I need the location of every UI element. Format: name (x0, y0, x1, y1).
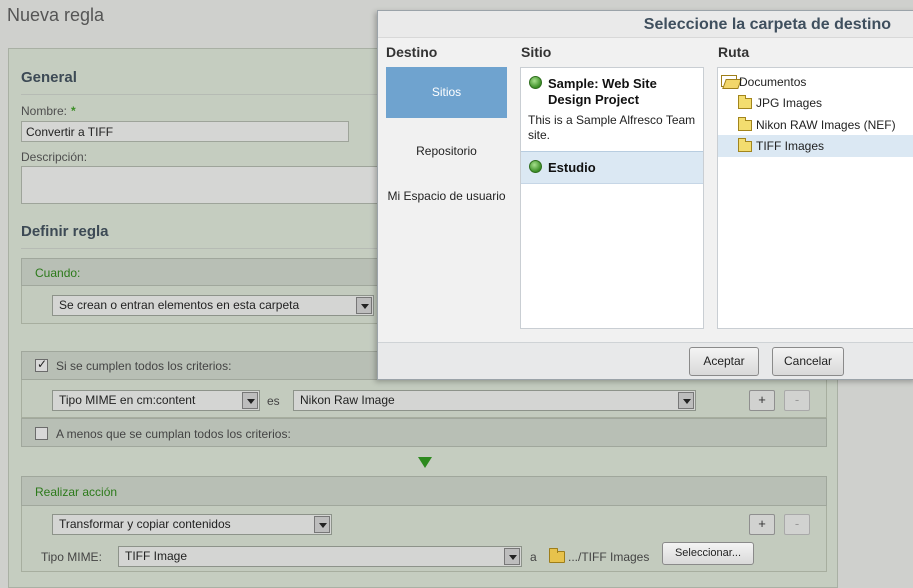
dialog-header: Seleccione la carpeta de destino (378, 11, 913, 38)
name-input[interactable]: Convertir a TIFF (21, 121, 349, 142)
chevron-down-icon (504, 548, 520, 565)
action-header: Realizar acción (21, 476, 827, 506)
accept-button[interactable]: Aceptar (689, 347, 759, 376)
site-column-heading: Sitio (521, 44, 552, 60)
tree-item-tiff-images[interactable]: TIFF Images (718, 135, 913, 157)
chevron-down-icon (356, 297, 372, 314)
all-criteria-label: Si se cumplen todos los criterios: (56, 359, 232, 373)
criteria-operator: es (267, 394, 280, 408)
site-icon (529, 76, 542, 89)
chevron-down-icon (242, 392, 258, 409)
select-folder-dialog: Seleccione la carpeta de destino Destino… (377, 10, 913, 380)
when-select-value: Se crean o entran elementos en esta carp… (59, 298, 300, 312)
add-action-button[interactable]: + (749, 514, 775, 535)
when-label: Cuando: (35, 266, 81, 280)
site-item-estudio[interactable]: Estudio (521, 151, 703, 184)
unless-header: A menos que se cumplan todos los criteri… (21, 418, 827, 447)
unless-label: A menos que se cumplan todos los criteri… (56, 427, 291, 441)
site-title: Estudio (548, 160, 596, 175)
nav-item-repository[interactable]: Repositorio (386, 139, 507, 163)
chevron-down-icon (678, 392, 694, 409)
required-mark: * (71, 104, 76, 118)
remove-action-button[interactable]: - (784, 514, 810, 535)
tree-item-documentos[interactable]: Documentos (718, 72, 913, 92)
tree-item-label: TIFF Images (756, 139, 825, 153)
mime-select[interactable]: TIFF Image (118, 546, 522, 567)
dialog-footer: Aceptar Cancelar (378, 342, 913, 379)
folder-icon (738, 95, 752, 109)
cancel-button[interactable]: Cancelar (772, 347, 844, 376)
add-criteria-button[interactable]: + (749, 390, 775, 411)
mime-select-value: TIFF Image (125, 549, 188, 563)
mime-label: Tipo MIME: (41, 550, 102, 564)
criteria-field-select[interactable]: Tipo MIME en cm:content (52, 390, 260, 411)
tree-item-label: Documentos (739, 75, 807, 89)
folder-icon (738, 138, 752, 152)
remove-criteria-button[interactable]: - (784, 390, 810, 411)
nav-item-my-space[interactable]: Mi Espacio de usuario (386, 184, 507, 208)
name-label-text: Nombre: (21, 104, 68, 118)
to-label: a (530, 550, 537, 564)
criteria-value-text: Nikon Raw Image (300, 393, 395, 407)
nav-item-sites[interactable]: Sitios (386, 67, 507, 118)
tree-item-label: Nikon RAW Images (NEF) (756, 118, 896, 132)
folder-icon (738, 117, 752, 131)
tree-item-label: JPG Images (756, 96, 823, 110)
general-heading: General (21, 69, 77, 86)
select-destination-button[interactable]: Seleccionar... (662, 542, 754, 565)
destination-column-heading: Destino (386, 44, 438, 60)
open-folder-icon (721, 75, 737, 87)
divider (21, 94, 381, 95)
tree-item-jpg-images[interactable]: JPG Images (718, 93, 913, 114)
description-input[interactable] (21, 166, 381, 204)
arrow-down-icon (418, 457, 432, 468)
action-select[interactable]: Transformar y copiar contenidos (52, 514, 332, 535)
folder-tree: Documentos JPG Images Nikon RAW Images (… (717, 67, 913, 329)
name-label: Nombre: * (21, 104, 76, 118)
path-column-heading: Ruta (718, 44, 750, 60)
folder-icon (549, 548, 565, 563)
unless-checkbox[interactable] (35, 427, 48, 440)
action-select-value: Transformar y copiar contenidos (59, 517, 231, 531)
criteria-value-select[interactable]: Nikon Raw Image (293, 390, 696, 411)
divider (21, 248, 381, 249)
when-header: Cuando: (21, 258, 381, 286)
site-icon (529, 160, 542, 173)
all-criteria-checkbox[interactable] (35, 357, 48, 372)
action-label: Realizar acción (35, 485, 118, 499)
criteria-field-value: Tipo MIME en cm:content (59, 393, 196, 407)
destination-path: .../TIFF Images (568, 550, 650, 564)
page-title: Nueva regla (7, 5, 105, 25)
site-title: Sample: Web Site Design Project (548, 76, 657, 107)
site-description: This is a Sample Alfresco Team site. (528, 113, 696, 142)
define-rule-heading: Definir regla (21, 223, 109, 240)
dialog-title: Seleccione la carpeta de destino (643, 16, 891, 33)
site-list: Sample: Web Site Design Project This is … (520, 67, 704, 329)
description-label: Descripción: (21, 150, 88, 164)
chevron-down-icon (314, 516, 330, 533)
when-select[interactable]: Se crean o entran elementos en esta carp… (52, 295, 374, 316)
tree-item-nikon-raw-images[interactable]: Nikon RAW Images (NEF) (718, 115, 913, 136)
site-item-sample[interactable]: Sample: Web Site Design Project This is … (521, 68, 703, 150)
